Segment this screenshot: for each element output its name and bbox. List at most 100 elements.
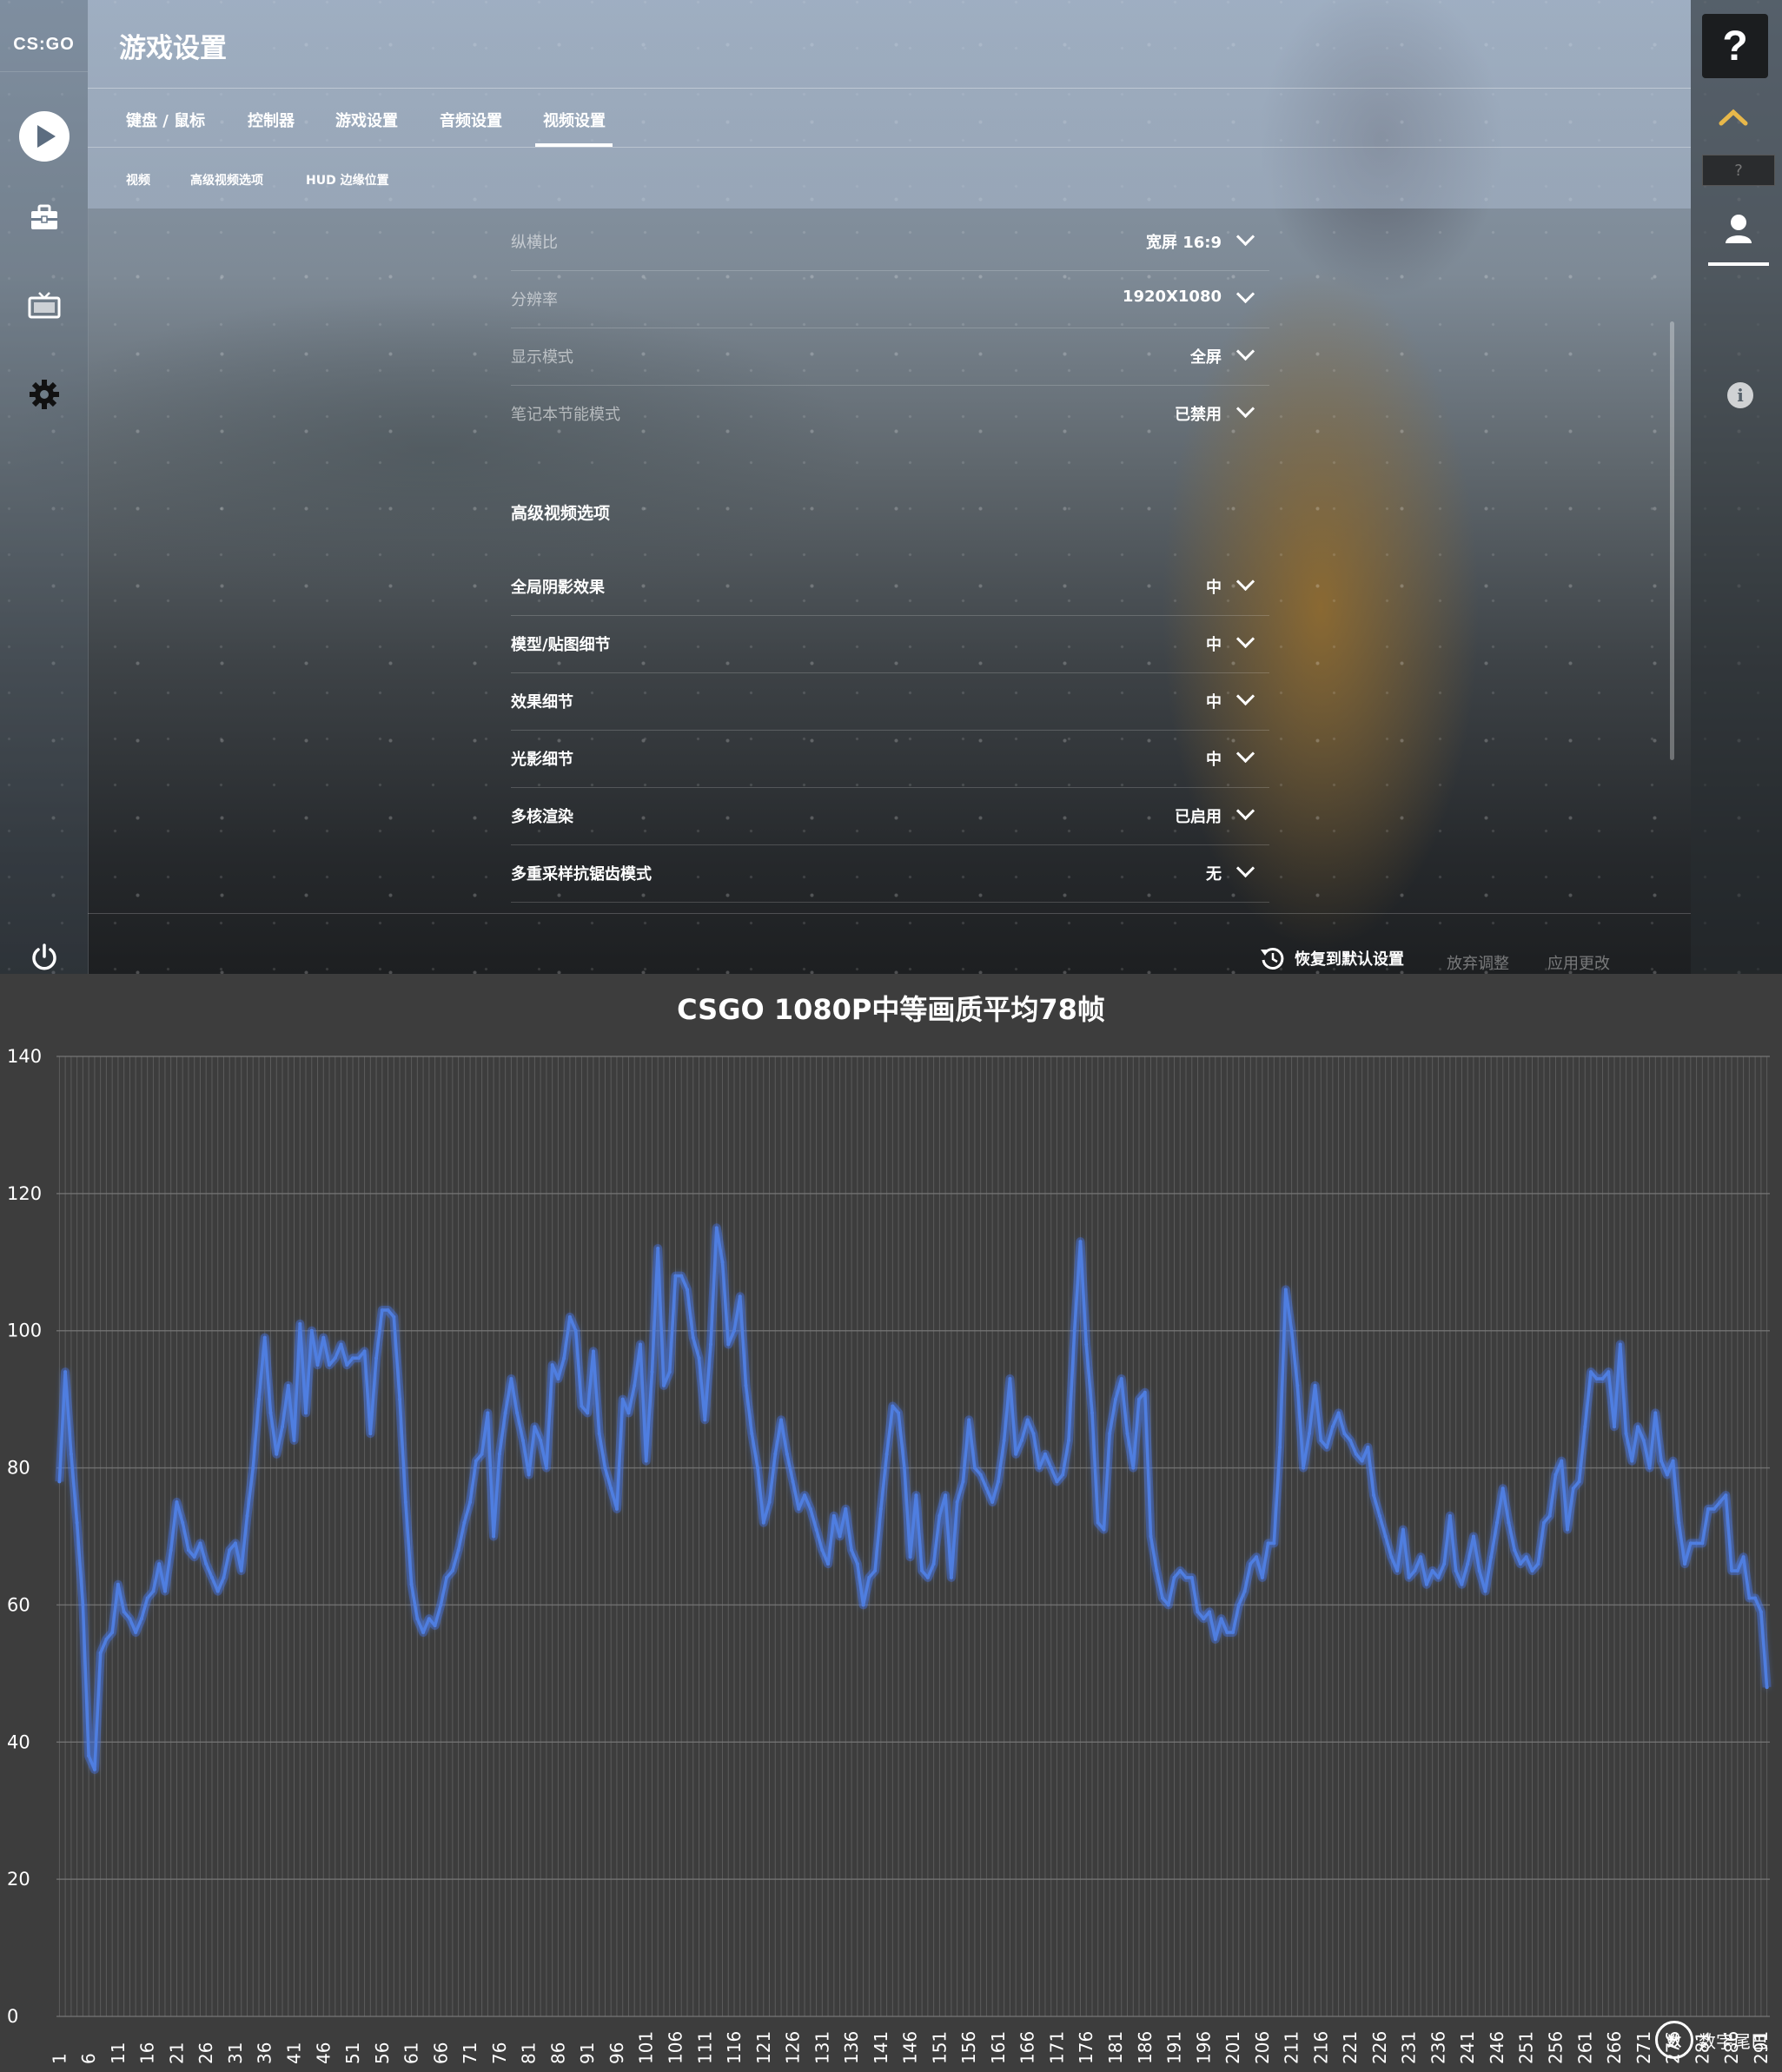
setting-value: 1920X1080 <box>1122 288 1222 306</box>
data-point <box>644 1459 648 1463</box>
tab-video-settings[interactable]: 视频设置 <box>543 109 606 131</box>
setting-shader-detail[interactable]: 光影细节 中 <box>511 730 1269 788</box>
data-point <box>116 1582 120 1586</box>
tab-keyboard-mouse[interactable]: 键盘 / 鼠标 <box>126 109 205 131</box>
apply-changes-button[interactable]: 应用更改 <box>1547 951 1610 974</box>
user-icon[interactable] <box>1708 212 1769 266</box>
subtab-advanced-video[interactable]: 高级视频选项 <box>190 171 263 189</box>
data-point <box>1436 1575 1441 1579</box>
reset-defaults-button[interactable]: 恢复到默认设置 <box>1260 945 1404 971</box>
data-point <box>1683 1562 1687 1566</box>
data-point <box>1383 1534 1388 1539</box>
chevron-down-icon[interactable] <box>1235 341 1255 361</box>
data-point <box>81 1603 85 1607</box>
setting-laptop-power-saving[interactable]: 笔记本节能模式 已禁用 <box>511 385 1269 442</box>
data-point <box>1677 1520 1681 1525</box>
x-tick-label: 256 <box>1546 2031 1567 2064</box>
data-point <box>703 1418 707 1422</box>
data-point <box>1630 1459 1634 1463</box>
data-point <box>1072 1328 1076 1333</box>
data-point <box>256 1397 261 1401</box>
setting-label: 多核渲染 <box>511 808 573 826</box>
setting-resolution[interactable]: 分辨率 1920X1080 <box>511 270 1269 328</box>
data-point <box>192 1555 196 1559</box>
tab-audio-settings[interactable]: 音频设置 <box>440 109 502 131</box>
data-point <box>356 1356 361 1360</box>
setting-label: 笔记本节能模式 <box>511 406 620 424</box>
data-point <box>298 1321 302 1326</box>
data-point <box>204 1562 209 1566</box>
setting-label: 纵横比 <box>511 234 558 252</box>
data-point <box>362 1349 367 1354</box>
data-point <box>1671 1459 1675 1463</box>
data-point <box>533 1425 537 1429</box>
data-point <box>1653 1411 1658 1415</box>
data-point <box>1694 1541 1699 1546</box>
chevron-down-icon[interactable] <box>1235 686 1255 706</box>
chevron-down-icon[interactable] <box>1235 858 1255 878</box>
mini-help-icon[interactable]: ? <box>1702 155 1775 186</box>
tab-game-settings[interactable]: 游戏设置 <box>335 109 398 131</box>
csgo-logo[interactable]: CS:GO <box>0 17 88 72</box>
setting-model-texture[interactable]: 模型/贴图细节 中 <box>511 615 1269 673</box>
data-point <box>409 1582 414 1586</box>
data-point <box>626 1411 631 1415</box>
setting-msaa-mode[interactable]: 多重采样抗锯齿模式 无 <box>511 844 1269 903</box>
y-tick-label: 20 <box>7 1869 30 1890</box>
data-point <box>1466 1562 1470 1566</box>
y-tick-label: 140 <box>7 1046 42 1067</box>
chevron-up-icon[interactable] <box>1719 108 1748 130</box>
data-point <box>1119 1376 1123 1380</box>
tv-icon[interactable] <box>0 287 88 325</box>
data-point <box>1213 1637 1217 1641</box>
chevron-down-icon[interactable] <box>1235 801 1255 821</box>
setting-aspect-ratio[interactable]: 纵横比 宽屏 16:9 <box>511 213 1269 271</box>
data-point <box>339 1342 343 1347</box>
x-tick-label: 61 <box>401 2042 422 2064</box>
data-point <box>209 1575 214 1579</box>
data-point <box>908 1555 912 1559</box>
data-point <box>1008 1376 1012 1380</box>
data-point <box>245 1513 249 1518</box>
gear-icon[interactable] <box>0 374 88 415</box>
setting-multicore-rendering[interactable]: 多核渲染 已启用 <box>511 787 1269 845</box>
chevron-down-icon[interactable] <box>1235 572 1255 592</box>
data-point <box>1125 1432 1129 1436</box>
data-point <box>527 1473 531 1477</box>
briefcase-icon[interactable] <box>0 198 88 236</box>
chevron-down-icon[interactable] <box>1235 284 1255 304</box>
data-point <box>1454 1568 1458 1572</box>
data-point <box>673 1274 678 1278</box>
subtab-hud-edge[interactable]: HUD 边缘位置 <box>306 171 389 189</box>
chart-title: CSGO 1080P中等画质平均78帧 <box>677 993 1105 1026</box>
x-tick-label: 246 <box>1487 2031 1507 2064</box>
setting-global-shadow[interactable]: 全局阴影效果 中 <box>511 558 1269 616</box>
help-icon[interactable]: ? <box>1702 14 1768 78</box>
setting-label: 多重采样抗锯齿模式 <box>511 865 652 884</box>
play-icon[interactable] <box>0 109 88 164</box>
setting-effect-detail[interactable]: 效果细节 中 <box>511 672 1269 731</box>
data-point <box>773 1452 778 1456</box>
chevron-down-icon[interactable] <box>1235 227 1255 247</box>
chevron-down-icon[interactable] <box>1235 744 1255 764</box>
x-tick-label: 191 <box>1164 2031 1185 2064</box>
data-point <box>808 1506 812 1511</box>
subtab-video[interactable]: 视频 <box>126 171 150 189</box>
data-point <box>1061 1473 1065 1477</box>
scrollbar[interactable] <box>1670 321 1674 760</box>
info-icon[interactable]: i <box>1727 382 1753 408</box>
power-icon[interactable] <box>0 938 88 974</box>
tab-controller[interactable]: 控制器 <box>248 109 295 131</box>
x-tick-label: 106 <box>665 2031 686 2064</box>
data-point <box>1741 1555 1746 1559</box>
discard-changes-button[interactable]: 放弃调整 <box>1447 951 1509 974</box>
data-point <box>586 1411 590 1415</box>
chevron-down-icon[interactable] <box>1235 629 1255 649</box>
data-point <box>398 1397 402 1401</box>
setting-display-mode[interactable]: 显示模式 全屏 <box>511 328 1269 386</box>
data-point <box>1002 1439 1006 1442</box>
section-title-advanced-video: 高级视频选项 <box>511 504 611 523</box>
chevron-down-icon[interactable] <box>1235 399 1255 419</box>
x-tick-label: 176 <box>1076 2031 1096 2064</box>
data-point <box>1178 1568 1182 1572</box>
